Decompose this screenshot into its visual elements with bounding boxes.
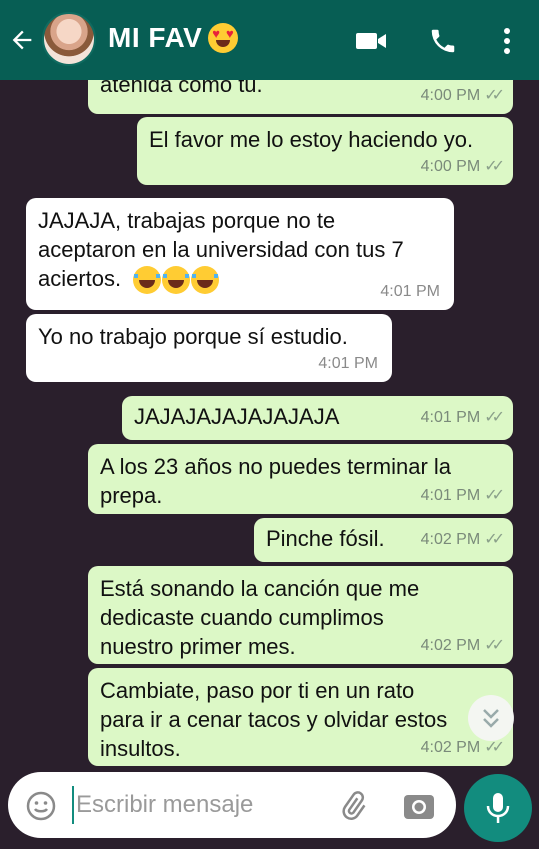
message-text: Yo no trabajo porque sí estudio. bbox=[38, 324, 348, 349]
message-time: 4:00 PM ✓✓ bbox=[421, 152, 505, 181]
message-bubble[interactable]: atenida como tu. 4:00 PM ✓✓ bbox=[88, 80, 513, 114]
message-time: 4:00 PM ✓✓ bbox=[421, 81, 505, 110]
message-bubble[interactable]: Cambiate, paso por ti en un rato para ir… bbox=[88, 668, 513, 766]
chat-header: MI FAV bbox=[0, 0, 539, 80]
message-text-line: aciertos. bbox=[38, 266, 122, 291]
chat-area[interactable]: atenida como tu. 4:00 PM ✓✓ El favor me l… bbox=[0, 80, 539, 770]
double-tick-icon: ✓✓ bbox=[484, 487, 505, 504]
message-time: 4:02 PM ✓✓ bbox=[421, 631, 505, 660]
message-text-line: dedicaste cuando cumplimos bbox=[100, 605, 384, 630]
double-tick-icon: ✓✓ bbox=[484, 531, 505, 548]
avatar[interactable] bbox=[42, 12, 96, 66]
message-bubble[interactable]: Yo no trabajo porque sí estudio. 4:01 PM bbox=[26, 314, 392, 382]
message-text-line: aceptaron en la universidad con tus 7 bbox=[38, 237, 404, 262]
message-time: 4:01 PM bbox=[318, 355, 378, 372]
smiley-icon[interactable] bbox=[24, 789, 58, 823]
message-bubble[interactable]: JAJAJA, trabajas porque no te aceptaron … bbox=[26, 198, 454, 310]
message-bubble[interactable]: A los 23 años no puedes terminar la prep… bbox=[88, 444, 513, 514]
camera-icon[interactable] bbox=[402, 789, 436, 823]
message-time: 4:01 PM bbox=[380, 283, 440, 300]
back-arrow-icon[interactable] bbox=[8, 26, 36, 54]
message-bubble[interactable]: Pinche fósil. 4:02 PM ✓✓ bbox=[254, 518, 513, 562]
message-text: Pinche fósil. bbox=[266, 526, 385, 551]
message-text-line: JAJAJA, trabajas porque no te bbox=[38, 208, 336, 233]
laughing-emoji-icon bbox=[133, 266, 220, 295]
scroll-down-icon[interactable] bbox=[468, 695, 514, 741]
heart-eyes-emoji-icon bbox=[208, 23, 239, 53]
mic-button[interactable] bbox=[464, 774, 532, 842]
message-bubble[interactable]: El favor me lo estoy haciendo yo. 4:00 P… bbox=[137, 117, 513, 185]
contact-name-text: MI FAV bbox=[108, 22, 203, 53]
video-call-icon[interactable] bbox=[354, 24, 388, 58]
message-text-line: A los 23 años no puedes terminar la bbox=[100, 454, 452, 479]
message-text: El favor me lo estoy haciendo yo. bbox=[149, 127, 474, 152]
message-text: atenida como tu. bbox=[100, 80, 263, 97]
contact-name[interactable]: MI FAV bbox=[108, 22, 239, 54]
message-composer bbox=[8, 772, 456, 838]
message-text: JAJAJAJAJAJAJAJA bbox=[134, 404, 340, 429]
message-bubble[interactable]: JAJAJAJAJAJAJAJA 4:01 PM ✓✓ bbox=[122, 396, 513, 440]
double-tick-icon: ✓✓ bbox=[484, 87, 505, 104]
message-time: 4:02 PM ✓✓ bbox=[421, 525, 505, 554]
double-tick-icon: ✓✓ bbox=[484, 409, 505, 426]
message-bubble[interactable]: Está sonando la canción que me dedicaste… bbox=[88, 566, 513, 664]
double-tick-icon: ✓✓ bbox=[484, 158, 505, 175]
mic-icon bbox=[486, 793, 510, 823]
phone-icon[interactable] bbox=[426, 24, 460, 58]
message-text-line: Cambiate, paso por ti en un rato bbox=[100, 678, 415, 703]
message-time: 4:01 PM ✓✓ bbox=[421, 403, 505, 432]
more-vert-icon[interactable] bbox=[490, 24, 524, 58]
double-tick-icon: ✓✓ bbox=[484, 637, 505, 654]
message-input[interactable] bbox=[72, 786, 322, 824]
message-text-line: Está sonando la canción que me bbox=[100, 576, 420, 601]
message-time: 4:01 PM ✓✓ bbox=[421, 481, 505, 510]
message-text-line: para ir a cenar tacos y olvidar estos bbox=[100, 707, 448, 732]
paperclip-icon[interactable] bbox=[336, 789, 370, 823]
